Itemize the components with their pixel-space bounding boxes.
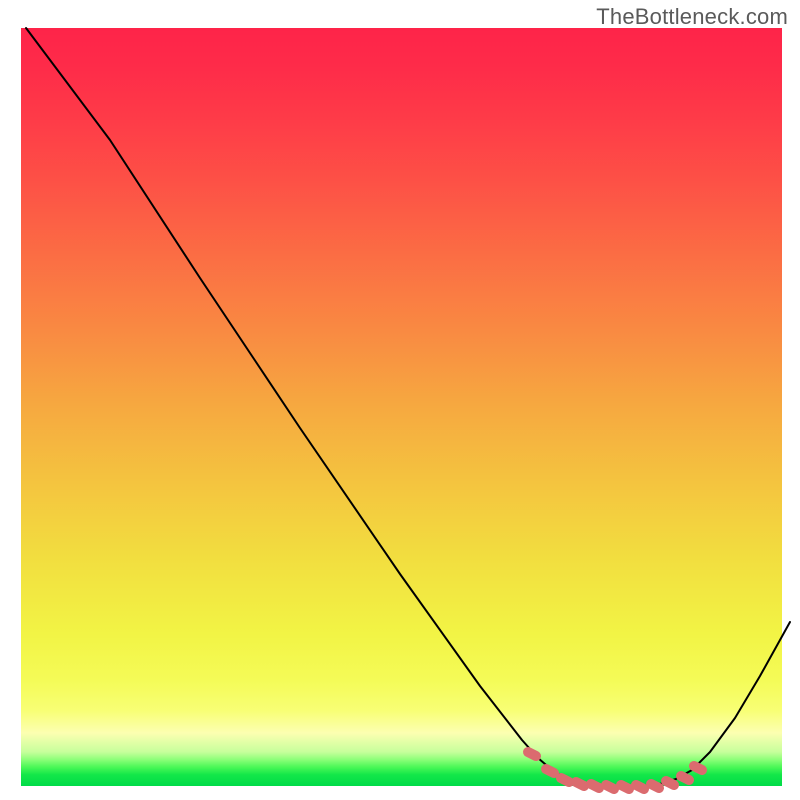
watermark-text: TheBottleneck.com (596, 4, 788, 30)
chart-container: { "watermark": "TheBottleneck.com", "cha… (0, 0, 800, 800)
bottleneck-chart (0, 0, 800, 800)
chart-background (21, 28, 782, 786)
